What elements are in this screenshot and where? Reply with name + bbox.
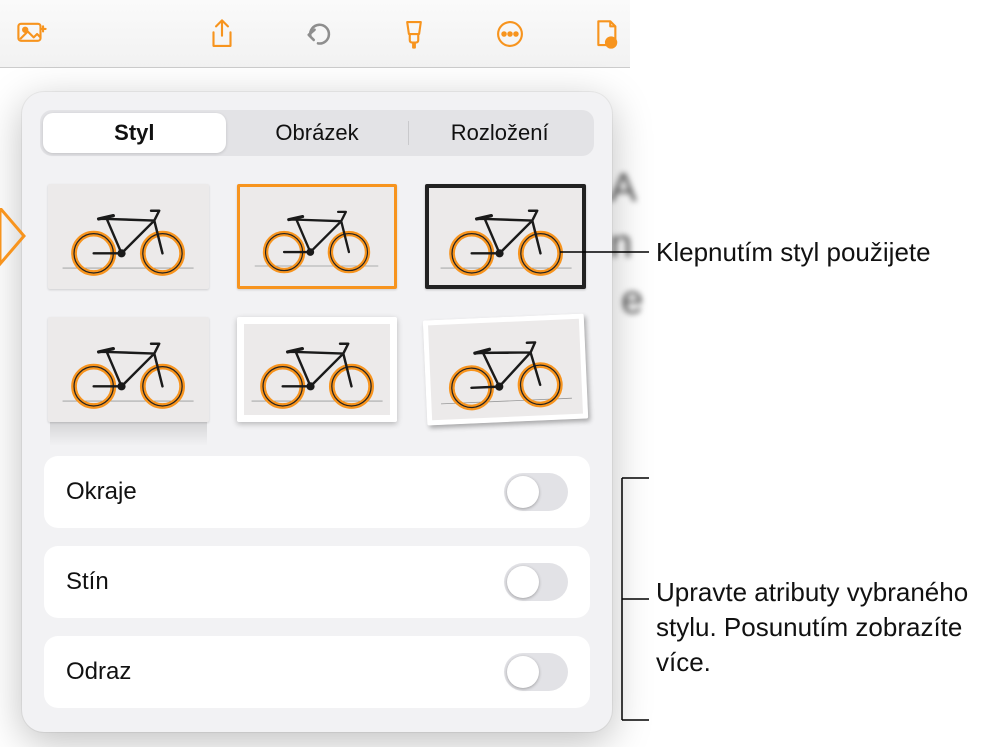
option-row-shadow[interactable]: Stín [44,546,590,618]
media-icon[interactable] [8,14,56,54]
background-document-text: An e [610,160,643,328]
option-label: Okraje [66,478,137,506]
bicycle-icon [59,196,197,278]
callout-edit-attributes: Upravte atributy vybraného stylu. Posunu… [656,575,986,680]
option-row-border[interactable]: Okraje [44,456,590,528]
tab-layout[interactable]: Rozložení [408,113,591,153]
option-row-reflect[interactable]: Odraz [44,636,590,708]
bicycle-icon [437,196,575,278]
style-preset-plain[interactable] [48,184,209,289]
callout-apply-style: Klepnutím styl použijete [656,235,931,270]
tab-label: Obrázek [275,120,358,146]
border-switch[interactable] [504,473,568,511]
format-popover: Styl Obrázek Rozložení [22,92,612,732]
share-icon[interactable] [198,14,246,54]
bicycle-icon [250,198,383,275]
shadow-switch[interactable] [504,563,568,601]
tab-style[interactable]: Styl [43,113,226,153]
style-preset-tilt[interactable] [423,314,588,426]
style-preset-dark-frame[interactable] [425,184,586,289]
app-toolbar [0,0,630,68]
bicycle-icon [435,326,577,414]
option-label: Odraz [66,658,131,686]
style-preset-white-frame[interactable] [237,317,398,422]
tab-label: Rozložení [451,120,549,146]
more-icon[interactable] [486,14,534,54]
callout-text: Klepnutím styl použijete [656,237,931,267]
callout-text: Upravte atributy vybraného stylu. Posunu… [656,577,968,677]
tab-label: Styl [114,120,154,146]
option-label: Stín [66,568,109,596]
format-tabs: Styl Obrázek Rozložení [40,110,594,156]
reflect-switch[interactable] [504,653,568,691]
style-presets-grid [40,184,594,422]
undo-icon[interactable] [294,14,342,54]
style-preset-reflection[interactable] [48,317,209,422]
style-preset-border[interactable] [237,184,398,289]
bicycle-icon [59,329,197,411]
document-view-icon[interactable] [582,14,630,54]
tab-image[interactable]: Obrázek [226,113,409,153]
style-options-list: Okraje Stín Odraz [40,456,594,708]
brush-icon[interactable] [390,14,438,54]
bicycle-icon [248,329,386,411]
canvas-selection-handle [0,208,30,268]
